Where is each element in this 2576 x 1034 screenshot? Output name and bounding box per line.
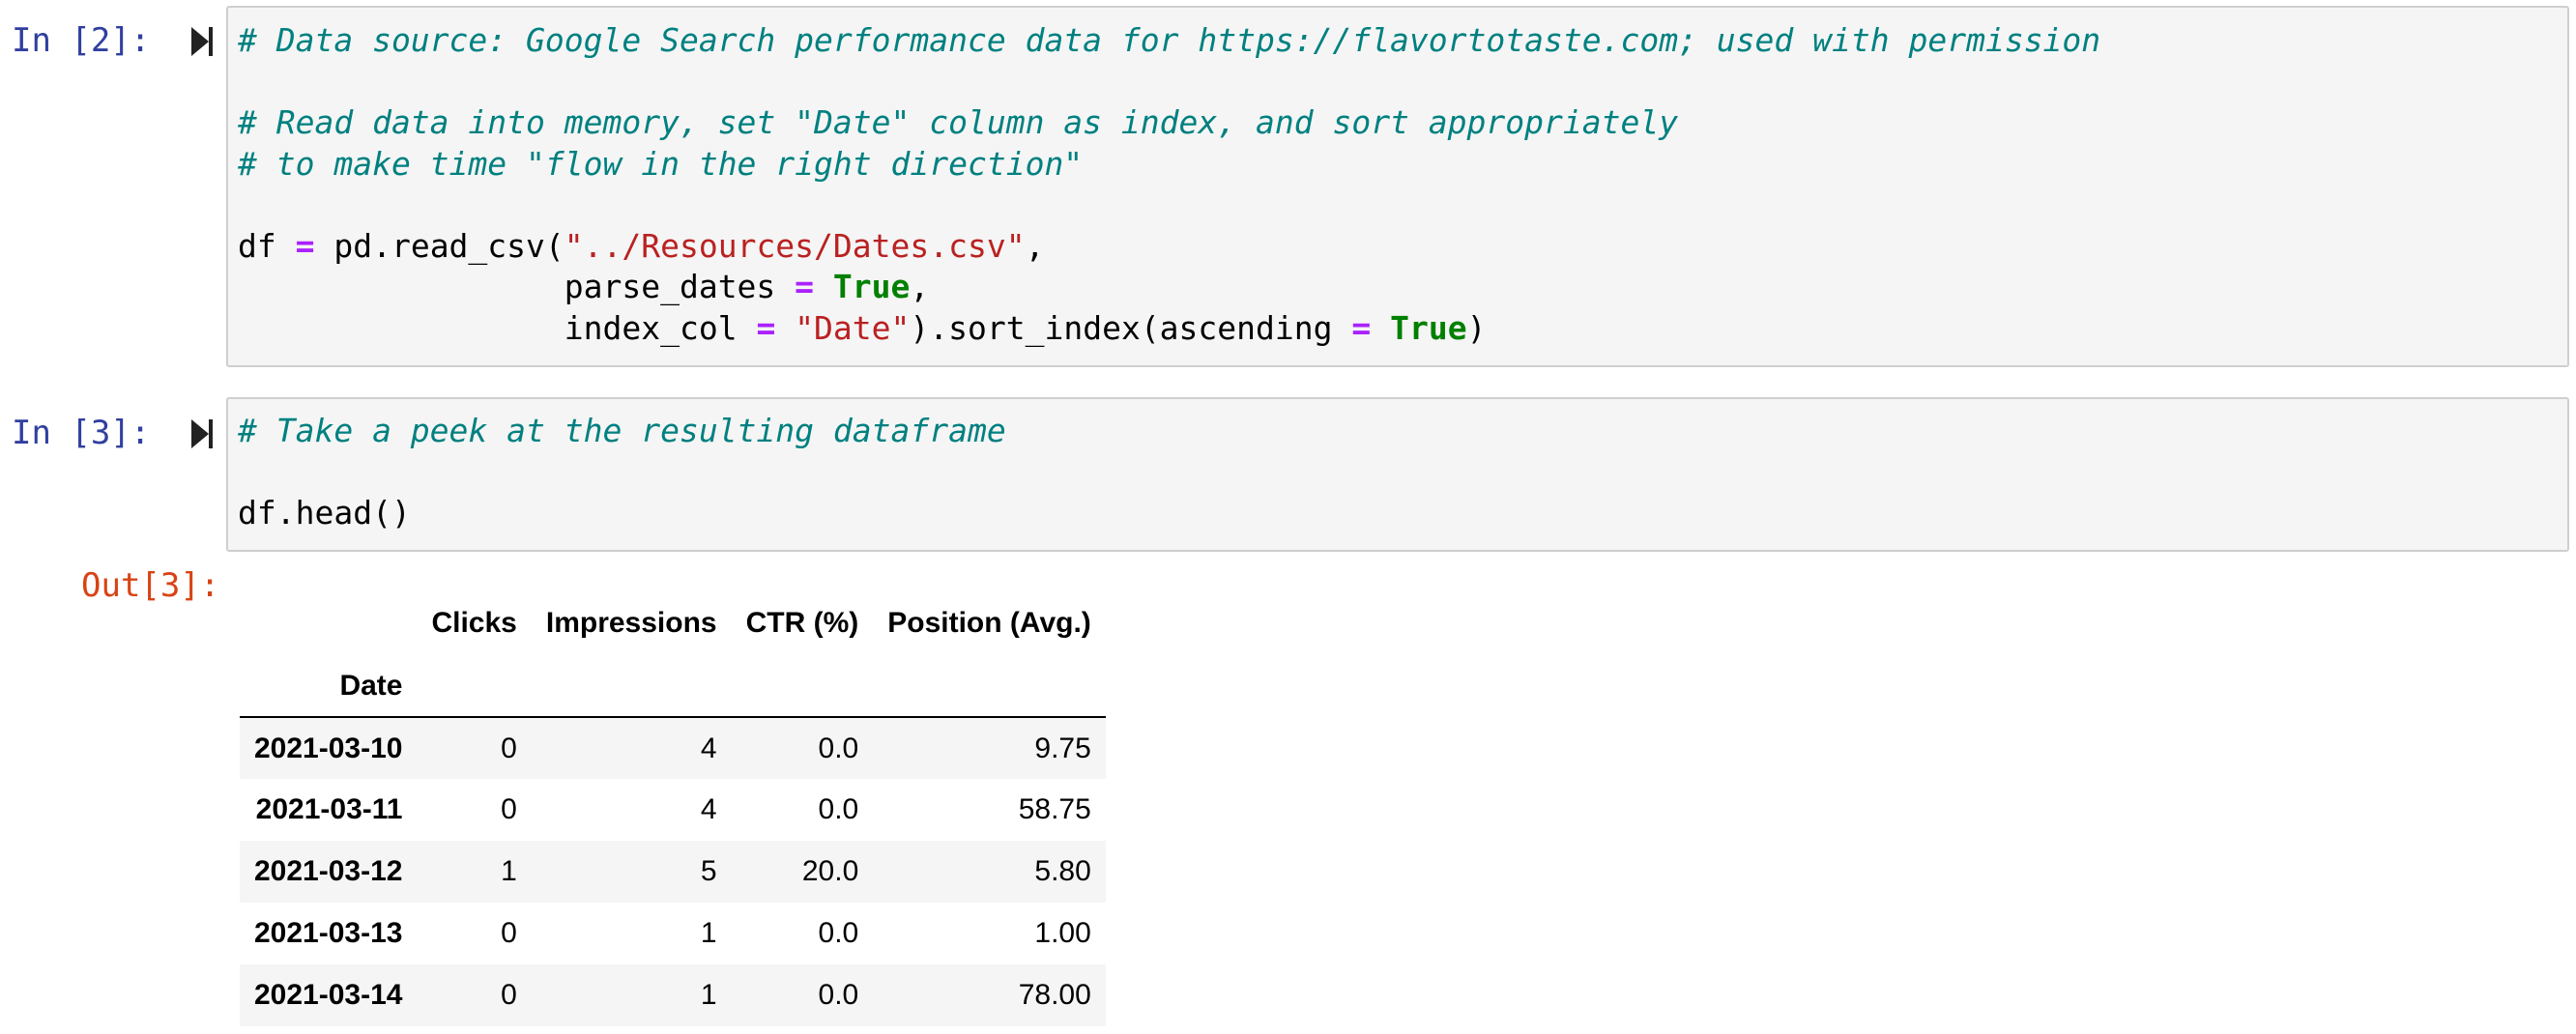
table-cell: 0.0 <box>818 917 859 949</box>
table-cell: 1 <box>700 979 717 1011</box>
table-cell: 9.75 <box>1034 732 1091 764</box>
code-operator: = <box>295 226 315 265</box>
code-operator: = <box>756 308 776 347</box>
input-prompt: In [2]: <box>12 21 151 60</box>
code-token: df <box>238 226 296 265</box>
row-index: 2021-03-13 <box>254 917 403 949</box>
column-header: Position (Avg.) <box>887 607 1091 639</box>
row-index: 2021-03-10 <box>254 732 403 764</box>
code-line: # Take a peek at the resulting dataframe <box>238 411 1006 452</box>
table-cell: 0.0 <box>818 732 859 764</box>
code-line: index_col = "Date").sort_index(ascending… <box>238 308 2100 350</box>
code-token: ) <box>1466 308 1487 347</box>
table-cell: 0.0 <box>818 793 859 825</box>
table-cell: 0 <box>501 732 517 764</box>
index-name: Date <box>240 655 418 718</box>
code-token: index_col <box>238 308 757 347</box>
code-line: # Read data into memory, set "Date" colu… <box>238 102 2100 144</box>
row-index: 2021-03-14 <box>254 979 403 1011</box>
code-token: ).sort_index(ascending <box>910 308 1352 347</box>
code-line: # to make time "flow in the right direct… <box>238 144 2100 186</box>
code-token: df.head() <box>238 494 411 531</box>
code-line: # Data source: Google Search performance… <box>238 20 2100 62</box>
table-row: 2021-03-12 1 5 20.0 5.80 <box>240 841 1106 903</box>
code-operator: = <box>795 268 815 305</box>
code-keyword: True <box>1390 308 1467 347</box>
code-comment: # to make time "flow in the right direct… <box>238 144 1084 183</box>
column-header: CTR (%) <box>745 607 859 639</box>
table-row: 2021-03-14 0 1 0.0 78.00 <box>240 964 1106 1026</box>
row-index: 2021-03-12 <box>254 855 403 887</box>
table-row: 2021-03-11 0 4 0.0 58.75 <box>240 779 1106 841</box>
run-cell-icon[interactable] <box>189 25 215 58</box>
table-cell: 1.00 <box>1034 917 1091 949</box>
table-cell: 4 <box>700 732 717 764</box>
code-string: "Date" <box>795 308 911 347</box>
input-prompt: In [3]: <box>12 414 151 452</box>
table-cell: 1 <box>700 917 717 949</box>
code-comment: # Data source: Google Search performance… <box>238 21 2101 59</box>
code-line: parse_dates = True, <box>238 267 2100 308</box>
table-row: 2021-03-13 0 1 0.0 1.00 <box>240 903 1106 964</box>
code-keyword: True <box>832 268 911 305</box>
table-cell: 20.0 <box>801 855 859 887</box>
table-cell: 4 <box>700 793 717 825</box>
code-comment: # Take a peek at the resulting dataframe <box>238 412 1006 449</box>
table-cell: 1 <box>501 855 517 887</box>
column-header: Impressions <box>545 607 717 639</box>
code-editor[interactable]: # Take a peek at the resulting dataframe… <box>238 411 1006 534</box>
table-cell: 78.00 <box>1018 979 1091 1011</box>
table-row: 2021-03-10 0 4 0.0 9.75 <box>240 717 1106 779</box>
table-cell: 58.75 <box>1018 793 1091 825</box>
code-token: pd.read_csv( <box>314 226 564 265</box>
code-operator: = <box>1351 308 1372 347</box>
table-cell: 0.0 <box>818 979 859 1011</box>
row-index: 2021-03-11 <box>255 793 403 825</box>
table-cell: 0 <box>501 979 517 1011</box>
run-cell-icon[interactable] <box>189 417 215 450</box>
code-comment: # Read data into memory, set "Date" colu… <box>238 103 1679 141</box>
dataframe-table: Clicks Impressions CTR (%) Position (Avg… <box>240 591 1106 1026</box>
index-name-row: Date <box>240 655 1106 718</box>
index-header-blank <box>240 591 417 655</box>
code-editor[interactable]: # Data source: Google Search performance… <box>238 20 2100 349</box>
code-line: df.head() <box>238 493 1006 534</box>
column-header: Clicks <box>431 607 517 639</box>
table-cell: 5 <box>700 855 717 887</box>
table-cell: 5.80 <box>1034 855 1091 887</box>
output-prompt: Out[3]: <box>81 566 220 605</box>
table-header-row: Clicks Impressions CTR (%) Position (Avg… <box>240 591 1106 655</box>
code-token: , <box>1025 226 1045 265</box>
code-token: , <box>910 268 930 305</box>
code-line: df = pd.read_csv("../Resources/Dates.csv… <box>238 226 2100 268</box>
code-string: "../Resources/Dates.csv" <box>564 226 1026 265</box>
table-cell: 0 <box>501 917 517 949</box>
table-cell: 0 <box>501 793 517 825</box>
code-token: parse_dates <box>238 268 796 305</box>
